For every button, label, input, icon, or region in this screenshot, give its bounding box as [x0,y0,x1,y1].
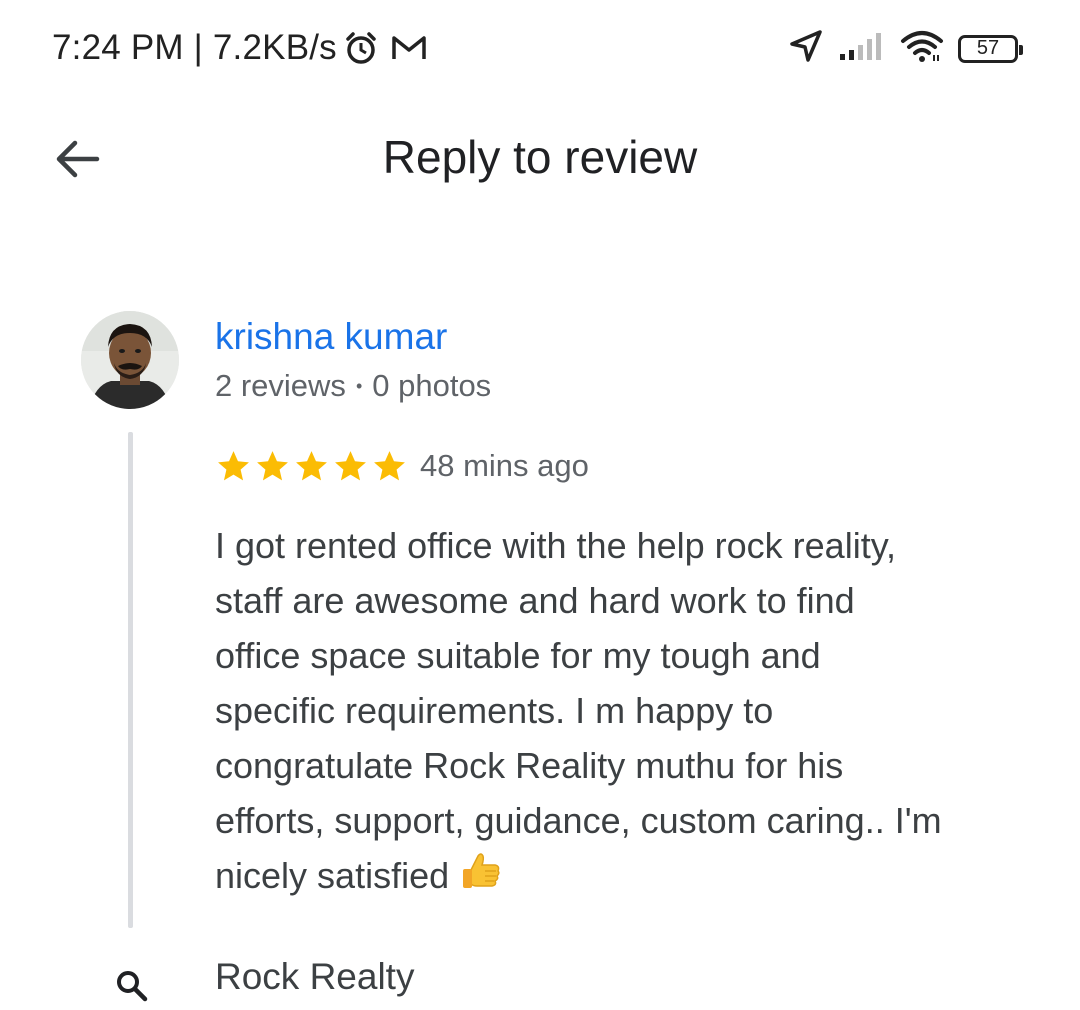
status-right: 57 [788,28,1023,69]
star-icon [335,450,366,480]
page-title: Reply to review [382,131,698,183]
thread-line [128,432,133,928]
business-name: Rock Realty [215,956,415,997]
status-time: 7:24 PM [52,28,184,67]
signal-icon [838,30,886,67]
reviewer-name[interactable]: krishna kumar [215,316,447,358]
business-row: Rock Realty [0,940,1080,1010]
star-icon [374,450,405,480]
star-icon [296,450,327,480]
avatar[interactable] [81,311,179,409]
thumbs-up-icon [459,850,503,909]
battery-level: 57 [976,37,1000,59]
rating-row: 48 mins ago [215,446,589,486]
app-bar: Reply to review [0,100,1080,215]
gmail-icon [391,34,427,62]
star-icon [218,450,249,480]
status-separator: | [183,28,213,67]
star-icon [257,450,288,480]
meta-separator-dot: • [355,375,363,396]
reviewer-meta: 2 reviews • 0 photos [215,368,491,404]
search-icon [117,971,148,1002]
network-speed: 7.2KB/s [212,28,337,67]
review-text: I got rented office with the help rock r… [215,518,1045,909]
star-rating [215,448,408,485]
review-body: I got rented office with the help rock r… [215,525,942,896]
battery-icon: 57 [958,34,1023,63]
wifi-icon [900,29,944,68]
status-bar: 7:24 PM | 7.2KB/s 57 [0,0,1080,100]
location-arrow-icon [788,28,824,69]
reviews-count: 2 reviews [215,368,346,403]
alarm-icon [343,30,379,66]
photos-count: 0 photos [372,368,492,403]
status-left: 7:24 PM | 7.2KB/s [52,28,427,68]
review-time: 48 mins ago [420,448,589,483]
